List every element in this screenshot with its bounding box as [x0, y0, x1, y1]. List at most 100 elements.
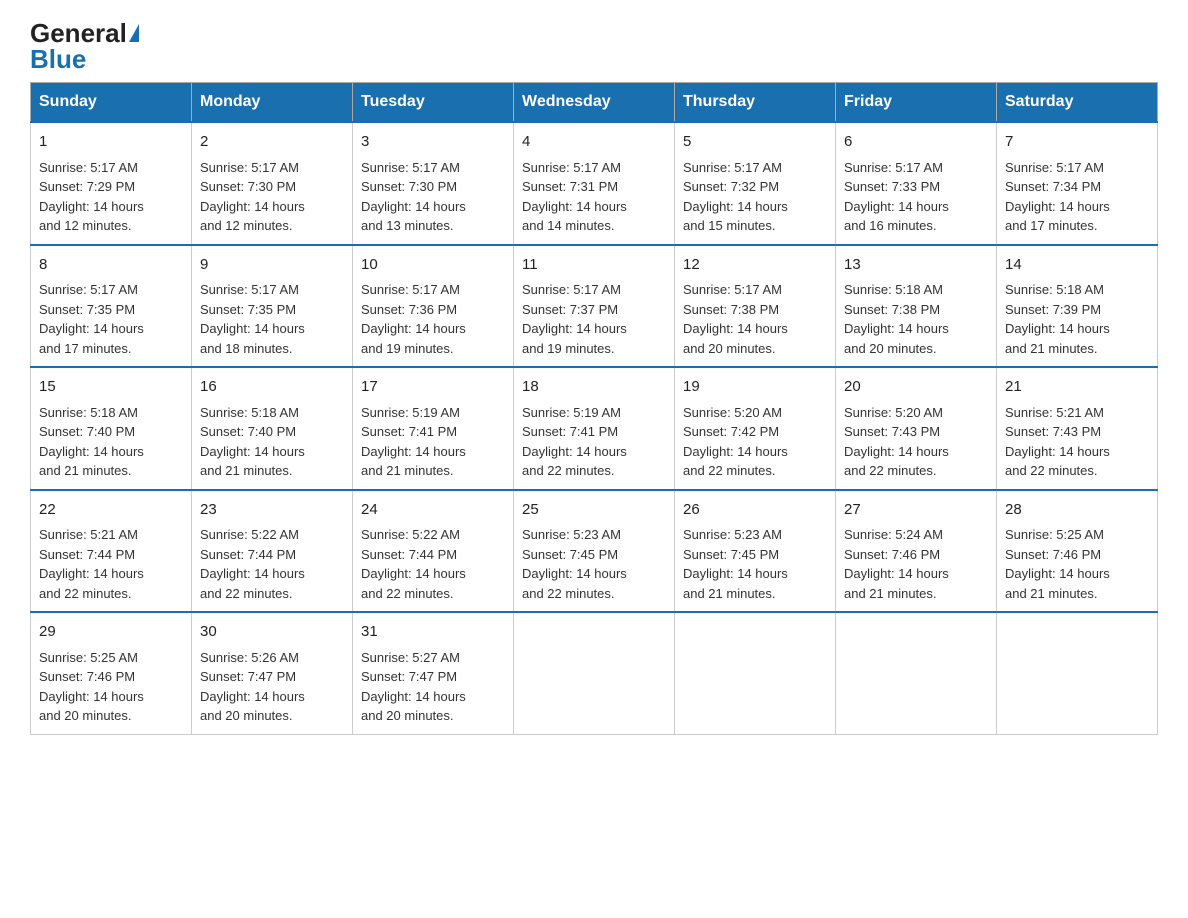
day-number: 13 [844, 254, 988, 277]
day-info: Sunrise: 5:26 AMSunset: 7:47 PMDaylight:… [200, 648, 344, 726]
logo-general-text: General [30, 20, 127, 46]
logo-blue-text: Blue [30, 46, 86, 72]
calendar-cell: 7 Sunrise: 5:17 AMSunset: 7:34 PMDayligh… [997, 122, 1158, 245]
calendar-cell: 10 Sunrise: 5:17 AMSunset: 7:36 PMDaylig… [353, 245, 514, 368]
day-number: 3 [361, 131, 505, 154]
calendar-cell: 9 Sunrise: 5:17 AMSunset: 7:35 PMDayligh… [192, 245, 353, 368]
day-info: Sunrise: 5:17 AMSunset: 7:37 PMDaylight:… [522, 280, 666, 358]
day-info: Sunrise: 5:20 AMSunset: 7:43 PMDaylight:… [844, 403, 988, 481]
day-number: 17 [361, 376, 505, 399]
calendar-cell: 2 Sunrise: 5:17 AMSunset: 7:30 PMDayligh… [192, 122, 353, 245]
calendar-cell: 30 Sunrise: 5:26 AMSunset: 7:47 PMDaylig… [192, 612, 353, 734]
day-info: Sunrise: 5:21 AMSunset: 7:44 PMDaylight:… [39, 525, 183, 603]
day-info: Sunrise: 5:20 AMSunset: 7:42 PMDaylight:… [683, 403, 827, 481]
calendar-cell: 24 Sunrise: 5:22 AMSunset: 7:44 PMDaylig… [353, 490, 514, 613]
day-info: Sunrise: 5:23 AMSunset: 7:45 PMDaylight:… [522, 525, 666, 603]
day-info: Sunrise: 5:17 AMSunset: 7:35 PMDaylight:… [39, 280, 183, 358]
calendar-table: SundayMondayTuesdayWednesdayThursdayFrid… [30, 82, 1158, 735]
col-header-friday: Friday [836, 83, 997, 123]
calendar-week-5: 29 Sunrise: 5:25 AMSunset: 7:46 PMDaylig… [31, 612, 1158, 734]
calendar-cell: 15 Sunrise: 5:18 AMSunset: 7:40 PMDaylig… [31, 367, 192, 490]
day-number: 19 [683, 376, 827, 399]
day-number: 1 [39, 131, 183, 154]
calendar-cell: 17 Sunrise: 5:19 AMSunset: 7:41 PMDaylig… [353, 367, 514, 490]
day-number: 10 [361, 254, 505, 277]
day-info: Sunrise: 5:17 AMSunset: 7:35 PMDaylight:… [200, 280, 344, 358]
col-header-monday: Monday [192, 83, 353, 123]
calendar-cell: 16 Sunrise: 5:18 AMSunset: 7:40 PMDaylig… [192, 367, 353, 490]
calendar-cell [997, 612, 1158, 734]
day-number: 15 [39, 376, 183, 399]
calendar-cell [675, 612, 836, 734]
day-number: 25 [522, 499, 666, 522]
day-number: 29 [39, 621, 183, 644]
calendar-cell: 28 Sunrise: 5:25 AMSunset: 7:46 PMDaylig… [997, 490, 1158, 613]
day-info: Sunrise: 5:22 AMSunset: 7:44 PMDaylight:… [361, 525, 505, 603]
calendar-cell: 23 Sunrise: 5:22 AMSunset: 7:44 PMDaylig… [192, 490, 353, 613]
calendar-cell: 8 Sunrise: 5:17 AMSunset: 7:35 PMDayligh… [31, 245, 192, 368]
calendar-cell: 4 Sunrise: 5:17 AMSunset: 7:31 PMDayligh… [514, 122, 675, 245]
day-info: Sunrise: 5:18 AMSunset: 7:39 PMDaylight:… [1005, 280, 1149, 358]
day-number: 11 [522, 254, 666, 277]
day-number: 6 [844, 131, 988, 154]
calendar-cell: 31 Sunrise: 5:27 AMSunset: 7:47 PMDaylig… [353, 612, 514, 734]
day-number: 16 [200, 376, 344, 399]
day-info: Sunrise: 5:25 AMSunset: 7:46 PMDaylight:… [1005, 525, 1149, 603]
day-info: Sunrise: 5:21 AMSunset: 7:43 PMDaylight:… [1005, 403, 1149, 481]
day-info: Sunrise: 5:17 AMSunset: 7:34 PMDaylight:… [1005, 158, 1149, 236]
day-info: Sunrise: 5:17 AMSunset: 7:38 PMDaylight:… [683, 280, 827, 358]
day-info: Sunrise: 5:19 AMSunset: 7:41 PMDaylight:… [522, 403, 666, 481]
col-header-thursday: Thursday [675, 83, 836, 123]
day-number: 12 [683, 254, 827, 277]
day-number: 8 [39, 254, 183, 277]
day-number: 30 [200, 621, 344, 644]
day-number: 21 [1005, 376, 1149, 399]
calendar-cell: 14 Sunrise: 5:18 AMSunset: 7:39 PMDaylig… [997, 245, 1158, 368]
col-header-wednesday: Wednesday [514, 83, 675, 123]
calendar-week-2: 8 Sunrise: 5:17 AMSunset: 7:35 PMDayligh… [31, 245, 1158, 368]
day-info: Sunrise: 5:27 AMSunset: 7:47 PMDaylight:… [361, 648, 505, 726]
calendar-cell: 11 Sunrise: 5:17 AMSunset: 7:37 PMDaylig… [514, 245, 675, 368]
day-info: Sunrise: 5:17 AMSunset: 7:31 PMDaylight:… [522, 158, 666, 236]
day-number: 18 [522, 376, 666, 399]
calendar-header-row: SundayMondayTuesdayWednesdayThursdayFrid… [31, 83, 1158, 123]
calendar-cell: 20 Sunrise: 5:20 AMSunset: 7:43 PMDaylig… [836, 367, 997, 490]
day-number: 22 [39, 499, 183, 522]
day-number: 24 [361, 499, 505, 522]
calendar-cell [514, 612, 675, 734]
calendar-cell: 13 Sunrise: 5:18 AMSunset: 7:38 PMDaylig… [836, 245, 997, 368]
day-number: 27 [844, 499, 988, 522]
calendar-cell: 3 Sunrise: 5:17 AMSunset: 7:30 PMDayligh… [353, 122, 514, 245]
logo: General Blue [30, 20, 139, 72]
day-info: Sunrise: 5:19 AMSunset: 7:41 PMDaylight:… [361, 403, 505, 481]
day-number: 9 [200, 254, 344, 277]
day-number: 26 [683, 499, 827, 522]
calendar-cell: 6 Sunrise: 5:17 AMSunset: 7:33 PMDayligh… [836, 122, 997, 245]
day-info: Sunrise: 5:17 AMSunset: 7:30 PMDaylight:… [200, 158, 344, 236]
calendar-cell: 22 Sunrise: 5:21 AMSunset: 7:44 PMDaylig… [31, 490, 192, 613]
day-info: Sunrise: 5:17 AMSunset: 7:33 PMDaylight:… [844, 158, 988, 236]
logo-triangle-icon [129, 24, 139, 42]
calendar-cell: 29 Sunrise: 5:25 AMSunset: 7:46 PMDaylig… [31, 612, 192, 734]
day-info: Sunrise: 5:24 AMSunset: 7:46 PMDaylight:… [844, 525, 988, 603]
calendar-cell: 26 Sunrise: 5:23 AMSunset: 7:45 PMDaylig… [675, 490, 836, 613]
calendar-cell: 12 Sunrise: 5:17 AMSunset: 7:38 PMDaylig… [675, 245, 836, 368]
calendar-cell: 19 Sunrise: 5:20 AMSunset: 7:42 PMDaylig… [675, 367, 836, 490]
day-number: 31 [361, 621, 505, 644]
calendar-week-4: 22 Sunrise: 5:21 AMSunset: 7:44 PMDaylig… [31, 490, 1158, 613]
col-header-sunday: Sunday [31, 83, 192, 123]
day-info: Sunrise: 5:17 AMSunset: 7:29 PMDaylight:… [39, 158, 183, 236]
day-info: Sunrise: 5:17 AMSunset: 7:30 PMDaylight:… [361, 158, 505, 236]
calendar-cell: 1 Sunrise: 5:17 AMSunset: 7:29 PMDayligh… [31, 122, 192, 245]
page-header: General Blue [30, 20, 1158, 72]
col-header-tuesday: Tuesday [353, 83, 514, 123]
calendar-cell [836, 612, 997, 734]
day-number: 14 [1005, 254, 1149, 277]
day-number: 28 [1005, 499, 1149, 522]
calendar-cell: 21 Sunrise: 5:21 AMSunset: 7:43 PMDaylig… [997, 367, 1158, 490]
day-number: 5 [683, 131, 827, 154]
day-info: Sunrise: 5:17 AMSunset: 7:36 PMDaylight:… [361, 280, 505, 358]
day-info: Sunrise: 5:22 AMSunset: 7:44 PMDaylight:… [200, 525, 344, 603]
day-number: 7 [1005, 131, 1149, 154]
day-info: Sunrise: 5:23 AMSunset: 7:45 PMDaylight:… [683, 525, 827, 603]
